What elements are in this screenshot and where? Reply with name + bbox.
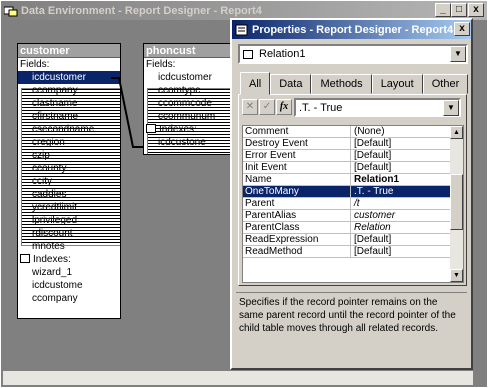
property-description: Specifies if the record pointer remains … [236,292,467,364]
tab-data[interactable]: Data [270,74,312,94]
properties-tabs: All Data Methods Layout Other [240,72,469,95]
object-selector[interactable]: Relation1 ▼ [238,44,468,64]
property-row[interactable]: Destroy Event [Default] [243,138,463,150]
properties-window: Properties - Report Designer - Report4 x… [230,18,473,370]
value-editor-text[interactable]: .T. - True [296,102,443,114]
main-maximize-button[interactable]: □ [451,3,467,17]
chevron-down-icon[interactable]: ▼ [443,99,459,116]
main-close-button[interactable]: x [468,3,484,17]
field-item[interactable]: ccommunum [144,110,234,123]
relation-object-icon [243,49,253,59]
scroll-thumb[interactable] [450,174,463,230]
main-minimize-button[interactable]: _ [435,3,451,17]
scroll-up-icon[interactable]: ▲ [450,126,463,139]
phoncust-fields-header: Fields: [144,58,234,154]
chevron-down-icon[interactable]: ▼ [450,46,466,62]
property-row[interactable]: Parent/t [243,198,463,210]
field-item[interactable]: ccity [18,175,120,188]
properties-title-text: Properties - Report Designer - Report4 [252,23,454,36]
field-item[interactable]: czip [18,149,120,162]
expression-builder-icon[interactable]: fx [276,99,292,115]
index-item[interactable]: icdcustone [144,136,234,149]
field-item[interactable]: caddies [18,188,120,201]
property-row[interactable]: Comment (None) [243,126,463,138]
properties-close-button[interactable]: x [454,22,470,36]
field-item[interactable]: lprivileged [18,214,120,227]
property-row[interactable]: ParentClass Relation [243,222,463,234]
property-grid[interactable]: Comment (None) Destroy Event [Default] Err… [242,125,464,283]
index-icon [20,254,30,263]
accept-edit-icon[interactable]: ✓ [259,99,275,115]
property-grid-scrollbar[interactable]: ▲ ▼ [450,126,463,282]
field-item[interactable]: cfirstname [18,110,120,123]
properties-titlebar[interactable]: Properties - Report Designer - Report4 [232,20,471,39]
field-item[interactable]: mnotes [18,240,120,253]
relation-connector[interactable] [111,75,151,151]
property-row[interactable]: Name Relation1 [243,174,463,186]
main-title-text: Data Environment - Report Designer - Rep… [21,4,262,17]
property-row[interactable]: ReadExpression [Default] [243,234,463,246]
data-environment-icon [3,5,18,17]
property-row-selected[interactable]: OneToMany .T. - True [243,186,463,198]
tab-methods[interactable]: Methods [311,74,372,94]
property-row[interactable]: ReadMethod [Default] [243,246,463,258]
field-item[interactable]: icdcustomer [18,71,120,84]
field-item[interactable]: ccomtypc [144,84,234,97]
properties-icon [235,24,249,36]
customer-indexes-header: Indexes: [18,253,120,266]
object-selector-value: Relation1 [259,48,306,60]
phoncust-table[interactable]: phoncust Fields: icdcustomer ccomtypc cc… [143,43,235,155]
customer-table[interactable]: customer Fields: icdcustomer ccompany cl… [17,43,121,319]
scroll-down-icon[interactable]: ▼ [450,269,463,282]
main-horizontal-scrollbar[interactable] [3,371,473,385]
properties-tab-panel: ✕ ✓ fx .T. - True ▼ Comment (None) Destro… [238,94,467,286]
field-item[interactable]: ccompany [18,84,120,97]
phoncust-table-title[interactable]: phoncust [144,44,234,58]
tab-other[interactable]: Other [422,74,469,94]
index-item[interactable]: ccompany [18,292,120,305]
cancel-edit-icon[interactable]: ✕ [242,99,258,115]
index-item[interactable]: icdcustome [18,279,120,292]
index-item[interactable]: wizard_1 [18,266,120,279]
tab-all[interactable]: All [240,72,271,95]
field-item[interactable]: ccommcode [144,97,234,110]
field-item[interactable]: ccounty [18,162,120,175]
customer-fields-header: Fields: [18,58,120,246]
value-editor[interactable]: .T. - True ▼ [294,98,461,117]
property-row[interactable]: ParentAlias customer [243,210,463,222]
field-item[interactable]: clastname [18,97,120,110]
tab-layout[interactable]: Layout [371,74,423,94]
phoncust-indexes-header: Indexes: [144,123,234,136]
property-row[interactable]: Error Event [Default] [243,150,463,162]
property-row[interactable]: Init Event [Default] [243,162,463,174]
field-item[interactable]: cregion [18,136,120,149]
customer-table-title[interactable]: customer [18,44,120,58]
field-item[interactable]: icdcustomer [144,71,234,84]
field-item[interactable]: ycredtlimit [18,201,120,214]
field-item[interactable]: csecondname [18,123,120,136]
field-item[interactable]: rdiscount [18,227,120,240]
